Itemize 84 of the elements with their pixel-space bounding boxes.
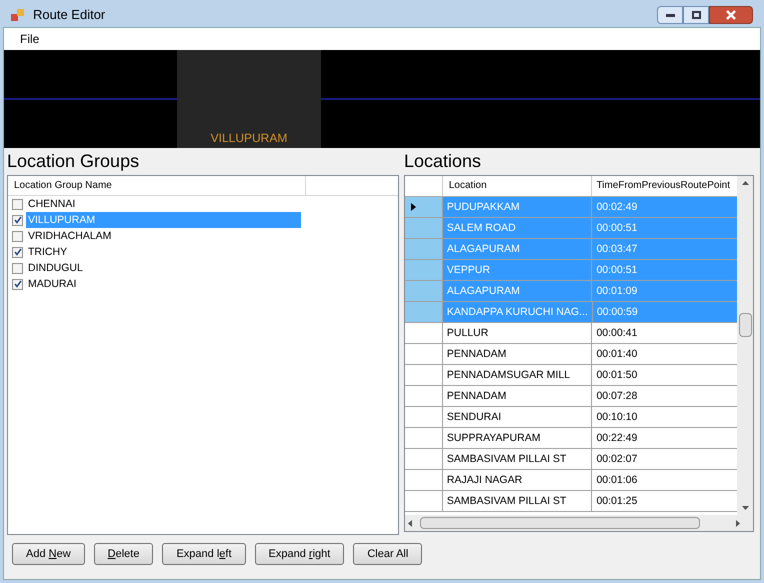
checkbox[interactable] bbox=[12, 278, 23, 290]
grid-row[interactable]: SAMBASIVAM PILLAI ST 00:02:07 bbox=[405, 449, 737, 470]
table-cell: SAMBASIVAM PILLAI ST bbox=[442, 491, 592, 511]
section-heading: Location Groups bbox=[7, 150, 140, 173]
grid-row[interactable]: PENNADAMSUGAR MILL 00:01:50 bbox=[405, 365, 737, 386]
table-cell-text: 00:01:06 bbox=[595, 473, 638, 488]
table-cell: 00:00:59 bbox=[592, 302, 737, 322]
banner-label: VILLUPURAM bbox=[210, 130, 288, 147]
group-name: TRICHY bbox=[27, 245, 68, 260]
grid-row[interactable]: SAMBASIVAM PILLAI ST 00:01:25 bbox=[405, 491, 737, 512]
table-cell: SENDURAI bbox=[442, 407, 592, 427]
group-item[interactable]: VRIDHACHALAM bbox=[8, 228, 398, 244]
grid-row[interactable]: PULLUR 00:00:41 bbox=[405, 323, 737, 344]
table-cell-text: 00:10:10 bbox=[595, 410, 638, 425]
scroll-thumb[interactable] bbox=[738, 313, 752, 337]
table-cell-text: 00:01:25 bbox=[595, 494, 638, 509]
table-cell: 00:00:51 bbox=[592, 218, 737, 238]
action-button[interactable]: Expand left bbox=[162, 543, 246, 565]
table-cell: ALAGAPURAM bbox=[442, 281, 592, 301]
table-cell: PENNADAMSUGAR MILL bbox=[442, 365, 592, 385]
scroll-right-icon[interactable] bbox=[736, 520, 740, 526]
table-cell: SUPPRAYAPURAM bbox=[442, 428, 592, 448]
table-cell: 00:03:47 bbox=[592, 239, 737, 259]
table-cell: PUDUPAKKAM bbox=[442, 197, 592, 217]
table-cell-text: 00:01:40 bbox=[595, 347, 638, 362]
horizontal-scrollbar[interactable] bbox=[405, 515, 753, 531]
checkbox[interactable] bbox=[12, 214, 23, 226]
table-cell: VEPPUR bbox=[442, 260, 592, 280]
table-cell-text: 00:22:49 bbox=[595, 431, 638, 446]
maximize-button[interactable] bbox=[683, 6, 709, 24]
table-cell: SALEM ROAD bbox=[442, 218, 592, 238]
checkbox[interactable] bbox=[12, 198, 23, 210]
table-cell: ALAGAPURAM bbox=[442, 239, 592, 259]
action-button[interactable]: Clear All bbox=[353, 543, 422, 565]
table-cell: RAJAJI NAGAR bbox=[442, 470, 592, 490]
scroll-left-icon[interactable] bbox=[408, 520, 412, 526]
table-cell: 00:01:09 bbox=[592, 281, 737, 301]
table-cell-text: 00:02:07 bbox=[595, 452, 638, 467]
column-header[interactable]: TimeFromPreviousRoutePoint bbox=[592, 176, 737, 196]
checkbox[interactable] bbox=[12, 262, 23, 274]
close-button[interactable] bbox=[709, 6, 753, 24]
checkbox[interactable] bbox=[12, 230, 23, 242]
group-item[interactable]: MADURAI bbox=[8, 276, 398, 292]
minimize-button[interactable] bbox=[657, 6, 683, 24]
column-header: Location Group Name bbox=[8, 176, 306, 195]
group-item[interactable]: DINDUGUL bbox=[8, 260, 398, 276]
scroll-down-icon[interactable] bbox=[742, 506, 748, 510]
scroll-thumb[interactable] bbox=[420, 517, 700, 529]
group-name: CHENNAI bbox=[27, 197, 76, 212]
table-cell: PULLUR bbox=[442, 323, 592, 343]
vertical-scrollbar[interactable] bbox=[737, 176, 753, 515]
table-cell: KANDAPPA KURUCHI NAG... bbox=[442, 302, 593, 322]
table-cell: PENNADAM bbox=[442, 386, 592, 406]
menu-item[interactable]: File bbox=[16, 30, 44, 48]
table-cell-text: 00:00:41 bbox=[595, 326, 638, 341]
grid-row[interactable]: PENNADAM 00:07:28 bbox=[405, 386, 737, 407]
window-title: Route Editor bbox=[33, 6, 106, 24]
grid-row[interactable]: SENDURAI 00:10:10 bbox=[405, 407, 737, 428]
close-icon bbox=[726, 10, 736, 20]
group-name: VILLUPURAM bbox=[26, 212, 301, 228]
section-heading: Locations bbox=[404, 150, 482, 173]
group-name: VRIDHACHALAM bbox=[27, 229, 112, 244]
action-button[interactable]: Expand right bbox=[254, 543, 344, 565]
grid-row[interactable]: SUPPRAYAPURAM 00:22:49 bbox=[405, 428, 737, 449]
current-row-icon bbox=[411, 203, 416, 211]
table-cell: SAMBASIVAM PILLAI ST bbox=[442, 449, 592, 469]
table-cell-text: 00:01:50 bbox=[595, 368, 638, 383]
column-header[interactable]: Location bbox=[442, 176, 592, 196]
group-name: MADURAI bbox=[27, 277, 78, 292]
table-cell: 00:00:51 bbox=[592, 260, 737, 280]
action-button[interactable]: Add New bbox=[12, 543, 85, 565]
action-button[interactable]: Delete bbox=[94, 543, 154, 565]
table-cell: PENNADAM bbox=[442, 344, 592, 364]
group-item[interactable]: TRICHY bbox=[8, 244, 398, 260]
grid-row[interactable]: PENNADAM 00:01:40 bbox=[405, 344, 737, 365]
grid-row[interactable]: RAJAJI NAGAR 00:01:06 bbox=[405, 470, 737, 491]
group-name: DINDUGUL bbox=[27, 261, 84, 276]
row-header[interactable] bbox=[405, 197, 443, 217]
table-cell: 00:02:49 bbox=[592, 197, 737, 217]
scroll-up-icon[interactable] bbox=[742, 181, 748, 185]
checkbox[interactable] bbox=[12, 246, 23, 258]
group-item[interactable]: CHENNAI bbox=[8, 196, 398, 212]
app-icon bbox=[11, 8, 25, 22]
table-cell-text: 00:07:28 bbox=[595, 389, 638, 404]
